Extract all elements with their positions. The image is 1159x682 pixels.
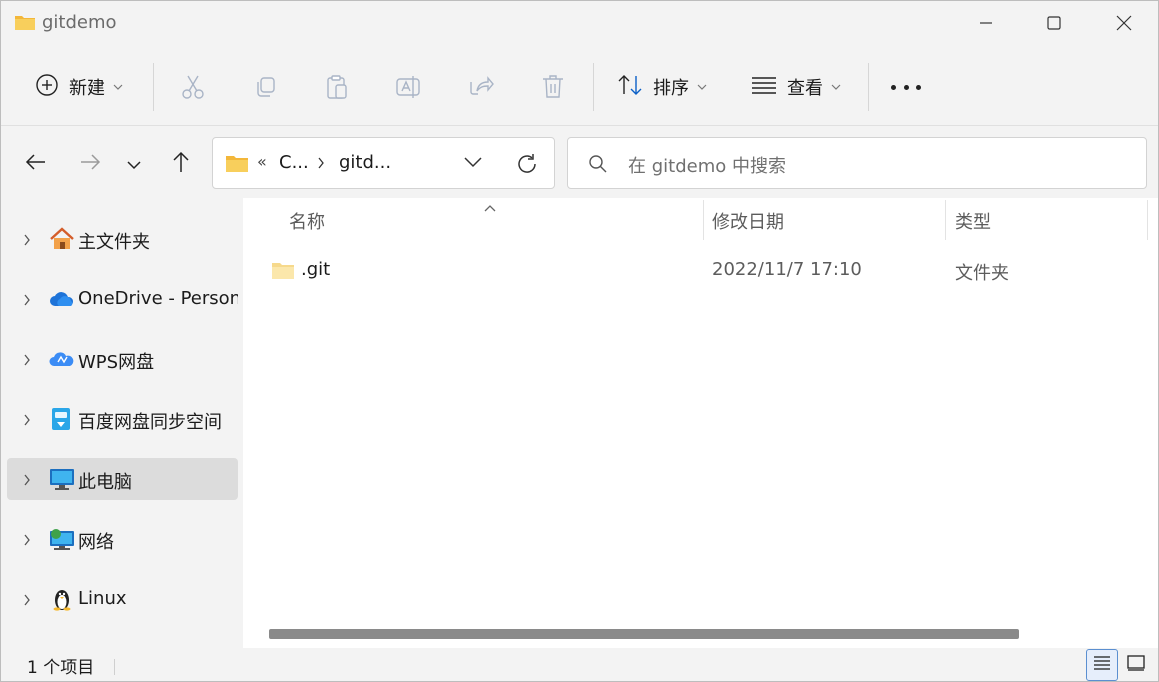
plus-circle-icon bbox=[35, 73, 59, 101]
linux-penguin-icon bbox=[49, 587, 75, 611]
file-explorer-window: gitdemo 新建 排序 查看 « C... gitd... 在 gitdem… bbox=[0, 0, 1159, 682]
horizontal-scrollbar[interactable] bbox=[269, 629, 1019, 639]
view-list-icon bbox=[751, 75, 777, 99]
minimize-button[interactable] bbox=[951, 1, 1021, 45]
chevron-right-icon[interactable] bbox=[23, 292, 31, 311]
folder-icon bbox=[225, 153, 249, 177]
sidebar-item-network[interactable]: 网络 bbox=[7, 518, 238, 560]
window-title: gitdemo bbox=[42, 12, 117, 33]
toolbar-divider bbox=[593, 63, 594, 111]
address-bar[interactable]: « C... gitd... bbox=[212, 137, 555, 189]
folder-icon bbox=[14, 13, 36, 31]
command-bar: 新建 排序 查看 bbox=[1, 53, 1158, 121]
file-list: 名称 修改日期 类型 .git 2022/11/7 17:10 文件夹 bbox=[243, 198, 1158, 648]
navigation-pane: 主文件夹 OneDrive - Personal WPS网盘 百度网盘同步空间 bbox=[1, 201, 241, 641]
toolbar-bottom-border bbox=[1, 125, 1158, 126]
column-divider[interactable] bbox=[945, 200, 946, 240]
close-button[interactable] bbox=[1089, 1, 1158, 45]
sidebar-item-baidu-netdisk[interactable]: 百度网盘同步空间 bbox=[7, 398, 238, 440]
chevron-right-icon[interactable] bbox=[23, 232, 31, 251]
chevron-down-icon[interactable] bbox=[463, 154, 483, 173]
chevron-right-icon[interactable] bbox=[23, 592, 31, 611]
sidebar-item-onedrive[interactable]: OneDrive - Personal bbox=[7, 278, 238, 320]
arrow-right-icon bbox=[79, 153, 101, 175]
toolbar-divider bbox=[868, 63, 869, 111]
search-box[interactable]: 在 gitdemo 中搜索 bbox=[567, 137, 1147, 189]
sort-arrows-icon bbox=[617, 73, 643, 101]
share-icon[interactable] bbox=[467, 73, 495, 101]
chevron-down-icon bbox=[697, 80, 707, 94]
folder-icon bbox=[271, 260, 295, 284]
more-options-icon[interactable] bbox=[891, 73, 921, 101]
sidebar-item-label: 网络 bbox=[78, 532, 114, 553]
status-divider bbox=[114, 659, 115, 675]
sidebar-item-this-pc[interactable]: 此电脑 bbox=[7, 458, 238, 500]
search-icon bbox=[588, 154, 608, 178]
arrow-up-icon bbox=[171, 151, 191, 177]
sidebar-item-label: OneDrive - Personal bbox=[78, 288, 238, 309]
chevron-right-icon[interactable] bbox=[23, 532, 31, 551]
file-type: 文件夹 bbox=[955, 263, 1009, 284]
search-input[interactable]: 在 gitdemo 中搜索 bbox=[628, 152, 786, 178]
sidebar-item-linux[interactable]: Linux bbox=[7, 578, 238, 620]
wps-cloud-icon bbox=[49, 347, 75, 371]
sort-button[interactable]: 排序 bbox=[617, 53, 707, 121]
back-button[interactable] bbox=[19, 147, 53, 181]
computer-icon bbox=[49, 467, 75, 491]
home-icon bbox=[49, 227, 75, 251]
column-divider[interactable] bbox=[703, 200, 704, 240]
sidebar-item-label: Linux bbox=[78, 588, 127, 609]
column-header-type[interactable]: 类型 bbox=[955, 208, 991, 234]
item-count: 1 个项目 bbox=[27, 658, 95, 678]
breadcrumb-separator-icon bbox=[317, 152, 325, 174]
view-label: 查看 bbox=[787, 78, 823, 99]
sidebar-item-wps-cloud[interactable]: WPS网盘 bbox=[7, 338, 238, 380]
file-name: .git bbox=[301, 259, 331, 280]
chevron-right-icon[interactable] bbox=[23, 352, 31, 371]
sort-label: 排序 bbox=[653, 78, 689, 99]
breadcrumb-item[interactable]: gitd... bbox=[339, 152, 391, 173]
details-view-button[interactable] bbox=[1086, 649, 1118, 681]
sidebar-item-label: 主文件夹 bbox=[78, 232, 150, 253]
forward-button[interactable] bbox=[73, 147, 107, 181]
table-row[interactable]: .git 2022/11/7 17:10 文件夹 bbox=[243, 250, 1153, 290]
toolbar-divider bbox=[153, 63, 154, 111]
arrow-left-icon bbox=[25, 153, 47, 175]
refresh-icon[interactable] bbox=[515, 152, 539, 180]
breadcrumb-item[interactable]: C... bbox=[279, 152, 309, 173]
view-button[interactable]: 查看 bbox=[751, 53, 841, 121]
details-view-icon bbox=[1093, 655, 1111, 675]
new-button[interactable]: 新建 bbox=[35, 53, 123, 121]
sidebar-item-label: WPS网盘 bbox=[78, 352, 155, 373]
column-header-name[interactable]: 名称 bbox=[289, 208, 325, 234]
sidebar-item-label: 此电脑 bbox=[78, 472, 132, 493]
cut-icon[interactable] bbox=[179, 73, 207, 101]
paste-icon[interactable] bbox=[323, 73, 351, 101]
column-divider[interactable] bbox=[1147, 200, 1148, 240]
chevron-down-icon bbox=[831, 80, 841, 94]
title-bar[interactable]: gitdemo bbox=[1, 1, 1158, 45]
maximize-button[interactable] bbox=[1019, 1, 1089, 45]
delete-icon[interactable] bbox=[539, 73, 567, 101]
column-header-modified[interactable]: 修改日期 bbox=[712, 208, 784, 234]
baidu-netdisk-icon bbox=[49, 407, 75, 431]
copy-icon[interactable] bbox=[251, 73, 279, 101]
onedrive-cloud-icon bbox=[49, 287, 75, 311]
up-button[interactable] bbox=[164, 147, 198, 181]
new-label: 新建 bbox=[69, 78, 105, 99]
chevron-down-icon bbox=[126, 155, 142, 174]
address-overflow[interactable]: « bbox=[257, 152, 267, 171]
sidebar-item-label: 百度网盘同步空间 bbox=[78, 412, 222, 433]
chevron-down-icon bbox=[113, 80, 123, 94]
network-icon bbox=[49, 527, 75, 551]
tiles-view-button[interactable] bbox=[1120, 649, 1152, 681]
rename-icon[interactable] bbox=[394, 73, 422, 101]
sidebar-item-home[interactable]: 主文件夹 bbox=[7, 218, 238, 260]
tiles-view-icon bbox=[1127, 655, 1145, 675]
chevron-right-icon[interactable] bbox=[23, 472, 31, 491]
chevron-right-icon[interactable] bbox=[23, 412, 31, 431]
recent-locations-button[interactable] bbox=[117, 147, 151, 181]
sort-ascending-icon bbox=[483, 198, 497, 217]
file-modified: 2022/11/7 17:10 bbox=[712, 259, 862, 280]
